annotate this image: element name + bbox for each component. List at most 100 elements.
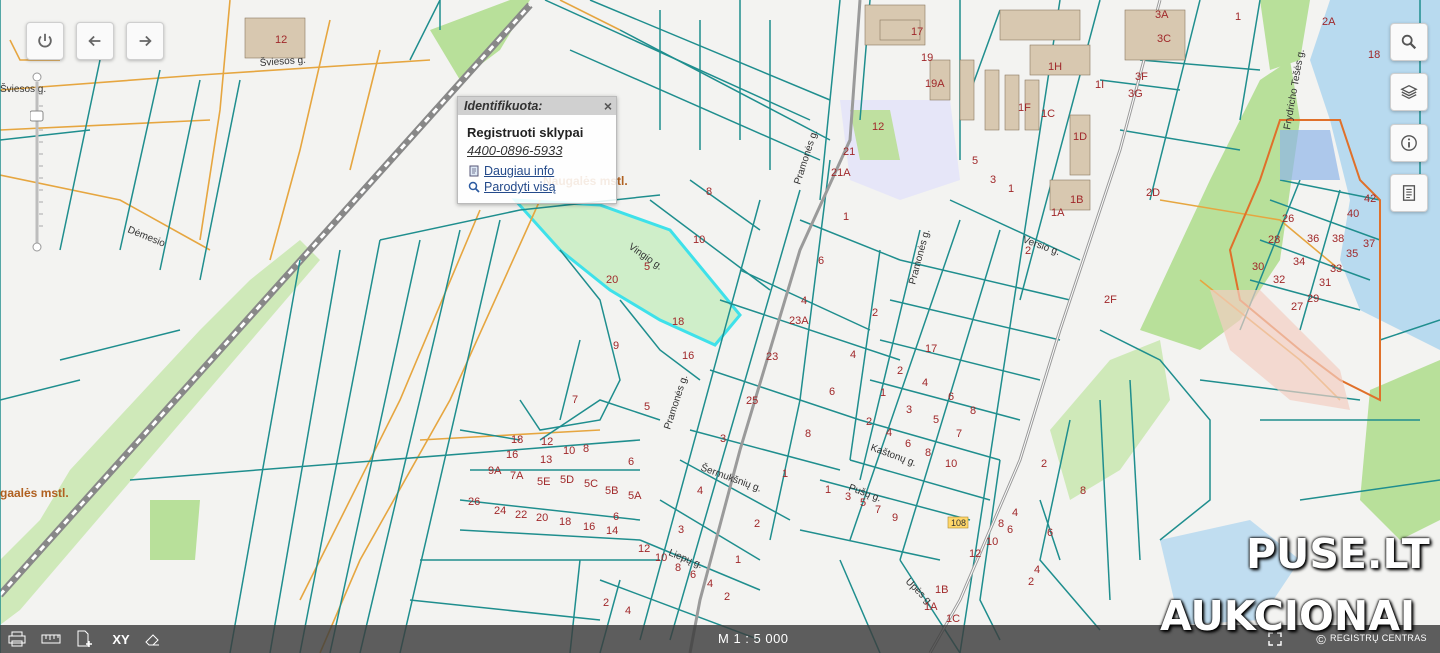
- svg-text:5C: 5C: [584, 478, 598, 490]
- svg-text:3: 3: [906, 404, 912, 416]
- svg-text:10: 10: [655, 552, 667, 564]
- info-button[interactable]: [1390, 124, 1428, 162]
- svg-text:26: 26: [468, 496, 480, 508]
- svg-text:20: 20: [606, 274, 618, 286]
- svg-text:20: 20: [536, 512, 548, 524]
- document-icon: [469, 165, 479, 177]
- svg-text:1D: 1D: [1073, 131, 1087, 143]
- svg-text:108: 108: [951, 518, 966, 528]
- svg-text:32: 32: [1273, 274, 1285, 286]
- watermark-line1: PUSE.LT: [1246, 530, 1430, 578]
- svg-text:5E: 5E: [537, 476, 550, 488]
- svg-text:2: 2: [866, 416, 872, 428]
- svg-text:29: 29: [1307, 293, 1319, 305]
- map-scale: M 1 : 5 000: [718, 631, 789, 646]
- zoom-slider[interactable]: [30, 72, 44, 252]
- svg-text:5D: 5D: [560, 474, 574, 486]
- svg-text:7A: 7A: [510, 470, 524, 482]
- svg-text:gaalės mstl.: gaalės mstl.: [0, 486, 69, 500]
- svg-text:2: 2: [897, 365, 903, 377]
- forward-button[interactable]: [126, 22, 164, 60]
- svg-text:4: 4: [1034, 564, 1040, 576]
- cadastral-map[interactable]: Naugalės mstl. gaalės mstl. Šviesos g. Š…: [0, 0, 1440, 653]
- svg-text:1F: 1F: [1018, 102, 1031, 114]
- info-icon: [1401, 135, 1417, 151]
- power-button[interactable]: [26, 22, 64, 60]
- svg-text:1H: 1H: [1048, 61, 1062, 73]
- svg-text:3: 3: [845, 491, 851, 503]
- svg-text:42: 42: [1364, 193, 1376, 205]
- svg-text:1I: 1I: [1095, 79, 1104, 91]
- svg-text:4: 4: [886, 427, 892, 439]
- svg-text:37: 37: [1363, 238, 1375, 250]
- svg-text:1: 1: [1008, 183, 1014, 195]
- svg-text:17: 17: [925, 343, 937, 355]
- svg-text:24: 24: [494, 505, 506, 517]
- svg-text:18: 18: [559, 516, 571, 528]
- svg-text:19: 19: [921, 52, 933, 64]
- svg-text:1A: 1A: [1051, 207, 1065, 219]
- svg-text:18: 18: [511, 434, 523, 446]
- svg-text:1: 1: [880, 387, 886, 399]
- svg-text:4: 4: [1012, 507, 1018, 519]
- svg-text:4: 4: [707, 578, 713, 590]
- svg-text:3: 3: [678, 524, 684, 536]
- svg-text:18: 18: [672, 316, 684, 328]
- svg-text:21: 21: [843, 146, 855, 158]
- svg-text:28: 28: [1268, 234, 1280, 246]
- svg-text:27: 27: [1291, 301, 1303, 313]
- arrow-left-icon: [88, 35, 101, 47]
- show-all-link[interactable]: Parodyti visą: [468, 180, 616, 194]
- svg-text:7: 7: [875, 504, 881, 516]
- add-document-icon: [77, 630, 92, 647]
- ruler-icon: [41, 634, 61, 644]
- svg-text:3: 3: [990, 174, 996, 186]
- svg-text:4: 4: [922, 377, 928, 389]
- svg-text:6: 6: [690, 569, 696, 581]
- add-document-button[interactable]: [74, 629, 96, 649]
- print-icon: [8, 631, 26, 647]
- svg-text:23A: 23A: [789, 315, 809, 327]
- svg-text:8: 8: [970, 405, 976, 417]
- close-icon[interactable]: ×: [604, 97, 612, 115]
- svg-text:5B: 5B: [605, 485, 618, 497]
- more-info-link[interactable]: Daugiau info: [468, 164, 616, 178]
- svg-text:40: 40: [1347, 208, 1359, 220]
- eraser-icon: [145, 634, 159, 646]
- svg-text:5A: 5A: [628, 490, 642, 502]
- back-button[interactable]: [76, 22, 114, 60]
- svg-text:36: 36: [1307, 233, 1319, 245]
- svg-text:3C: 3C: [1157, 33, 1171, 45]
- magnifier-icon: [468, 181, 480, 193]
- svg-text:6: 6: [829, 386, 835, 398]
- svg-text:2: 2: [754, 518, 760, 530]
- svg-text:1C: 1C: [946, 613, 960, 625]
- svg-text:6: 6: [1007, 524, 1013, 536]
- popup-section-title: Registruoti sklypai: [467, 125, 584, 140]
- popup-title: Identifikuota:: [464, 99, 543, 113]
- svg-text:10: 10: [945, 458, 957, 470]
- svg-text:10: 10: [563, 445, 575, 457]
- legend-icon: [1402, 185, 1416, 201]
- svg-text:10: 10: [693, 234, 705, 246]
- svg-text:3F: 3F: [1135, 71, 1148, 83]
- popup-header: Identifikuota: ×: [458, 97, 616, 115]
- svg-text:8: 8: [998, 518, 1004, 530]
- measure-button[interactable]: [40, 629, 62, 649]
- svg-text:1: 1: [825, 484, 831, 496]
- svg-text:2A: 2A: [1322, 16, 1336, 28]
- print-button[interactable]: [6, 629, 28, 649]
- svg-text:16: 16: [682, 350, 694, 362]
- search-button[interactable]: [1390, 23, 1428, 61]
- svg-text:4: 4: [625, 605, 631, 617]
- eraser-button[interactable]: [141, 629, 163, 649]
- layers-button[interactable]: [1390, 73, 1428, 111]
- svg-text:7: 7: [956, 428, 962, 440]
- legend-button[interactable]: [1390, 174, 1428, 212]
- zoom-slider-handle: [30, 110, 44, 122]
- plot-id-link[interactable]: 4400-0896-5933: [467, 143, 616, 158]
- coordinates-button[interactable]: XY: [110, 629, 132, 649]
- svg-text:16: 16: [583, 521, 595, 533]
- watermark-line2: AUKCIONAI: [1160, 592, 1416, 640]
- svg-text:31: 31: [1319, 277, 1331, 289]
